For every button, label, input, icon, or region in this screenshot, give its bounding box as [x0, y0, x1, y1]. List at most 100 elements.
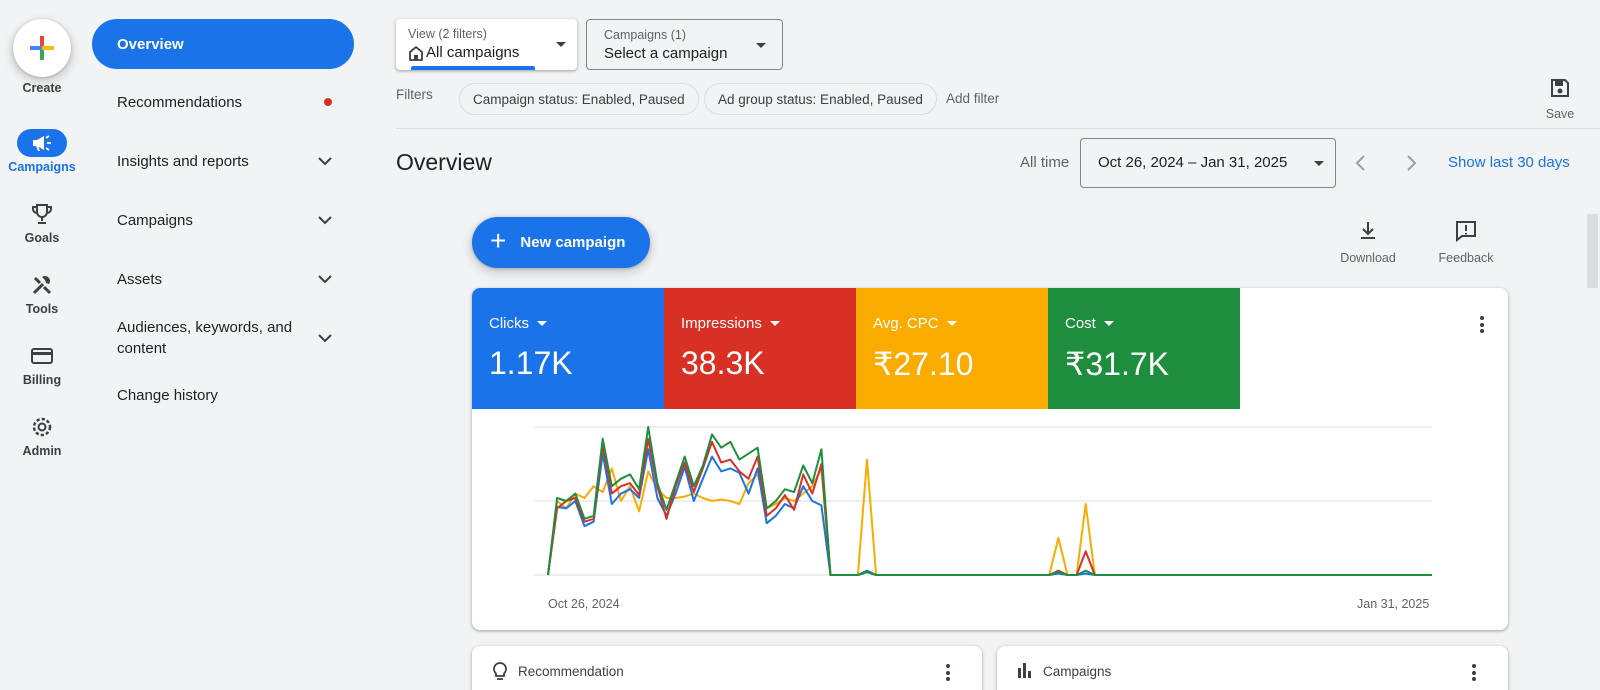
x-axis-start-label: Oct 26, 2024	[548, 597, 620, 611]
nav-item-campaigns[interactable]: Campaigns	[92, 208, 354, 232]
new-campaign-button[interactable]: + New campaign	[472, 217, 650, 268]
metric-value-clicks: 1.17K	[489, 345, 573, 381]
filter-chip-campaign-status[interactable]: Campaign status: Enabled, Paused	[459, 83, 699, 115]
download-label: Download	[1340, 251, 1396, 265]
chevron-down-icon	[318, 215, 332, 224]
gear-icon	[17, 413, 67, 441]
metric-label-avg-cpc: Avg. CPC	[873, 315, 939, 332]
nav-item-overview[interactable]: Overview	[92, 19, 354, 69]
nav-label-campaigns: Campaigns	[117, 211, 193, 229]
nav-item-recommendations[interactable]: Recommendations	[92, 90, 354, 114]
rail-item-admin[interactable]: Admin	[0, 413, 84, 458]
download-button[interactable]: Download	[1335, 220, 1401, 265]
download-icon	[1361, 222, 1375, 239]
nav-label-insights: Insights and reports	[117, 152, 249, 170]
nav-label-overview: Overview	[117, 35, 184, 53]
metric-impressions[interactable]: Impressions 38.3K	[664, 288, 856, 409]
chevron-down-icon	[318, 274, 332, 283]
recommendation-card: Recommendation	[472, 646, 982, 690]
page-title: Overview	[396, 149, 492, 175]
metric-value-avg-cpc: ₹27.10	[873, 346, 974, 382]
metric-avg-cpc[interactable]: Avg. CPC ₹27.10	[856, 288, 1048, 409]
left-rail: Create Campaigns Goals Tools Billing Adm…	[0, 0, 84, 690]
notification-dot	[324, 98, 332, 106]
filters-label: Filters	[396, 87, 433, 102]
next-period-icon[interactable]	[1400, 152, 1422, 174]
campaigns-card-title: Campaigns	[1043, 664, 1112, 679]
rail-label-admin: Admin	[22, 444, 62, 458]
caret-down-icon	[1314, 161, 1324, 166]
filter-chip-adgroup-status[interactable]: Ad group status: Enabled, Paused	[704, 83, 937, 115]
save-icon	[1551, 79, 1569, 97]
nav-item-audiences[interactable]: Audiences, keywords, and content	[92, 316, 354, 360]
nav-label-audiences: Audiences, keywords, and content	[117, 319, 293, 357]
view-value: All campaigns	[426, 44, 520, 61]
plus-multicolor-icon	[30, 36, 54, 60]
nav-item-assets[interactable]: Assets	[92, 267, 354, 291]
rail-item-tools[interactable]: Tools	[0, 271, 84, 316]
credit-card-icon	[17, 342, 67, 370]
plus-icon: +	[490, 225, 507, 256]
add-filter-button[interactable]: Add filter	[946, 91, 999, 106]
campaign-value: Select a campaign	[604, 45, 728, 62]
metric-value-impressions: 38.3K	[681, 345, 765, 381]
recommendation-card-title: Recommendation	[518, 664, 624, 679]
nav-label-assets: Assets	[117, 270, 163, 288]
feedback-icon	[1456, 221, 1476, 243]
nav-item-change-history[interactable]: Change history	[92, 383, 354, 407]
previous-period-icon[interactable]	[1350, 152, 1372, 174]
view-selector[interactable]: View (2 filters) All campaigns	[396, 19, 577, 70]
nav-item-insights[interactable]: Insights and reports	[92, 149, 354, 173]
performance-card: Clicks 1.17K Impressions 38.3K Avg. CPC …	[472, 288, 1508, 630]
date-range-value: Oct 26, 2024 – Jan 31, 2025	[1098, 154, 1288, 171]
new-campaign-label: New campaign	[520, 234, 626, 251]
create-button[interactable]	[13, 19, 71, 77]
metric-clicks[interactable]: Clicks 1.17K	[472, 288, 664, 409]
rail-label-campaigns: Campaigns	[8, 160, 76, 174]
date-range-picker[interactable]: Oct 26, 2024 – Jan 31, 2025	[1080, 138, 1336, 188]
feedback-button[interactable]: Feedback	[1433, 220, 1499, 265]
chevron-down-icon	[318, 333, 332, 342]
create-label: Create	[22, 81, 62, 95]
caret-down-icon	[1103, 321, 1114, 326]
x-axis-end-label: Jan 31, 2025	[1357, 597, 1430, 611]
caret-down-icon	[769, 321, 780, 326]
more-options-icon[interactable]	[1466, 664, 1482, 681]
scrollbar-thumb[interactable]	[1587, 214, 1598, 288]
rail-label-billing: Billing	[22, 373, 62, 387]
tools-icon	[17, 271, 67, 299]
metric-label-clicks: Clicks	[489, 315, 529, 332]
caret-down-icon	[537, 321, 547, 326]
nav-label-change-history: Change history	[117, 386, 218, 404]
campaigns-card: Campaigns	[997, 646, 1508, 690]
rail-item-goals[interactable]: Goals	[0, 200, 84, 245]
caret-down-icon	[556, 42, 566, 47]
header-divider	[396, 128, 1600, 129]
save-button[interactable]: Save	[1542, 77, 1578, 121]
lightbulb-icon	[493, 662, 507, 680]
metric-value-cost: ₹31.7K	[1065, 346, 1169, 382]
caret-down-icon	[946, 321, 957, 326]
rail-item-billing[interactable]: Billing	[0, 342, 84, 387]
show-last-30-days-link[interactable]: Show last 30 days	[1448, 154, 1570, 171]
chevron-down-icon	[318, 156, 332, 165]
bar-chart-icon	[1018, 663, 1031, 678]
more-options-icon[interactable]	[940, 664, 956, 681]
caret-down-icon	[756, 43, 766, 48]
campaigns-count: Campaigns (1)	[604, 28, 686, 42]
series-line-impressions	[547, 437, 1432, 576]
trophy-icon	[17, 200, 67, 228]
nav-label-recommendations: Recommendations	[117, 93, 243, 111]
rail-label-goals: Goals	[24, 231, 60, 245]
rail-label-tools: Tools	[25, 302, 59, 316]
rail-item-campaigns[interactable]: Campaigns	[0, 129, 84, 174]
metric-cost[interactable]: Cost ₹31.7K	[1048, 288, 1240, 409]
metric-label-impressions: Impressions	[681, 315, 762, 332]
save-label: Save	[1545, 107, 1575, 121]
metric-label-cost: Cost	[1065, 315, 1096, 332]
more-options-icon[interactable]	[1474, 316, 1490, 333]
campaign-selector[interactable]: Campaigns (1) Select a campaign	[586, 19, 783, 70]
performance-line-chart	[534, 426, 1432, 576]
megaphone-icon	[17, 129, 67, 157]
date-range-preset: All time	[1020, 154, 1070, 171]
